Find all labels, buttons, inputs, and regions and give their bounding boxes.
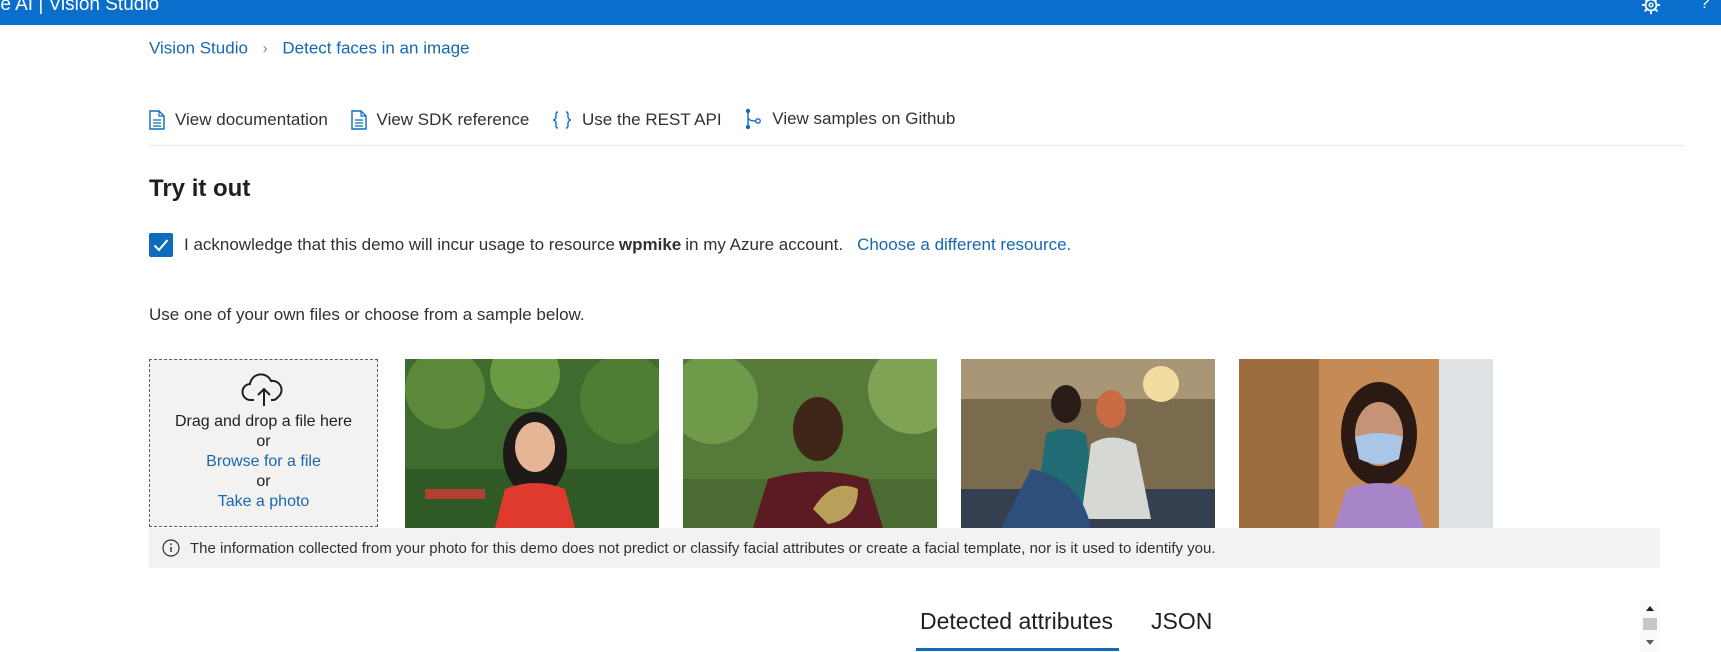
try-it-out-heading: Try it out — [149, 175, 251, 202]
view-documentation-link[interactable]: View documentation — [149, 105, 328, 135]
privacy-notice: The information collected from your phot… — [149, 528, 1660, 568]
sample-image-woman-mask[interactable] — [1239, 359, 1493, 528]
gear-icon[interactable] — [1640, 0, 1662, 16]
acknowledge-text-suffix: in my Azure account. — [685, 235, 844, 254]
drag-drop-text: Drag and drop a file here — [175, 413, 352, 430]
sample-image-two-women[interactable] — [961, 359, 1215, 528]
chevron-right-icon: › — [262, 40, 268, 58]
acknowledge-checkbox[interactable] — [149, 233, 173, 257]
view-sdk-reference-link[interactable]: View SDK reference — [350, 105, 530, 135]
or-text: or — [256, 433, 271, 450]
acknowledge-row: I acknowledge that this demo will incur … — [149, 232, 1071, 258]
use-rest-api-link[interactable]: Use the REST API — [552, 105, 722, 135]
app-title: re AI | Vision Studio — [0, 0, 160, 15]
breadcrumb-vision-studio[interactable]: Vision Studio — [149, 39, 248, 58]
tab-json[interactable]: JSON — [1151, 608, 1212, 635]
document-icon — [350, 110, 367, 130]
app-header: re AI | Vision Studio ? — [0, 0, 1721, 25]
view-samples-github-link[interactable]: View samples on Github — [744, 104, 955, 134]
scrollbar[interactable] — [1640, 600, 1660, 652]
selected-tab-indicator — [916, 648, 1119, 651]
sample-image-woman-red[interactable] — [405, 359, 659, 528]
document-icon — [149, 110, 165, 130]
sample-image-man-mask[interactable] — [683, 359, 937, 528]
checkmark-icon — [153, 239, 169, 252]
browse-file-link[interactable]: Browse for a file — [150, 452, 377, 472]
use-rest-api-label: Use the REST API — [582, 110, 722, 129]
branch-icon — [746, 108, 762, 130]
acknowledge-text-prefix: I acknowledge that this demo will incur … — [184, 235, 615, 254]
resource-name: wpmike — [618, 235, 682, 254]
help-icon[interactable]: ? — [1700, 0, 1709, 13]
section-divider — [149, 145, 1685, 146]
info-icon — [162, 539, 180, 557]
tab-detected-attributes[interactable]: Detected attributes — [920, 608, 1113, 635]
or-text: or — [256, 473, 271, 490]
choose-different-resource-link[interactable]: Choose a different resource. — [857, 235, 1071, 255]
view-samples-github-label: View samples on Github — [772, 109, 956, 128]
file-dropzone[interactable]: Drag and drop a file here or Browse for … — [149, 359, 378, 527]
resource-links: View documentation View SDK reference Us… — [149, 104, 973, 134]
breadcrumb-detect-faces[interactable]: Detect faces in an image — [282, 39, 469, 58]
braces-icon — [552, 111, 572, 129]
view-documentation-label: View documentation — [175, 110, 328, 129]
view-sdk-reference-label: View SDK reference — [376, 110, 530, 129]
instruction-text: Use one of your own files or choose from… — [149, 305, 585, 324]
breadcrumb: Vision Studio › Detect faces in an image — [149, 38, 470, 59]
cloud-upload-icon — [241, 373, 282, 406]
privacy-notice-text: The information collected from your phot… — [190, 539, 1216, 557]
take-photo-link[interactable]: Take a photo — [150, 492, 377, 512]
